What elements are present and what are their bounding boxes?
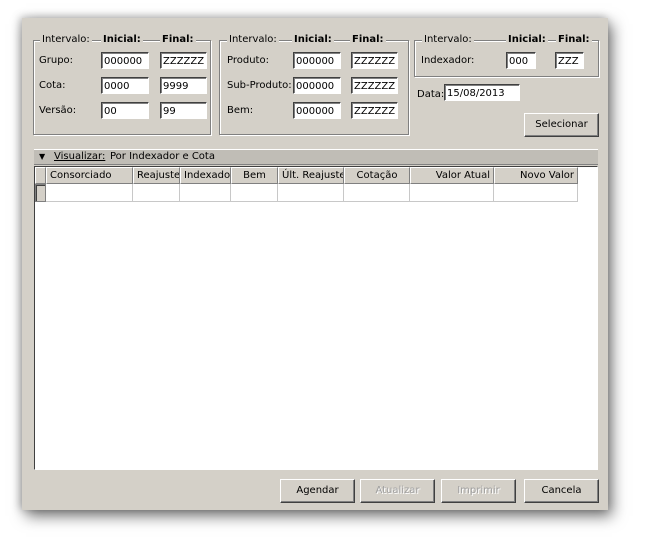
table-cell[interactable] <box>46 184 133 202</box>
group1-intervalo-label: Intervalo: <box>40 34 92 46</box>
table-cell[interactable] <box>494 184 578 202</box>
bem-inicial-field[interactable]: 000000 <box>293 102 341 119</box>
table-cell[interactable] <box>231 184 278 202</box>
data-field[interactable]: 15/08/2013 <box>444 84 520 101</box>
group2-final-label: Final: <box>350 34 386 46</box>
group3-inicial-label: Inicial: <box>506 34 548 46</box>
produto-label: Produto: <box>227 55 269 66</box>
cota-inicial-field[interactable]: 0000 <box>101 77 149 94</box>
table-cell[interactable] <box>180 184 231 202</box>
atualizar-button[interactable]: Atualizar <box>360 479 435 503</box>
sub-produto-inicial-field[interactable]: 000000 <box>293 77 341 94</box>
versao-inicial-field[interactable]: 00 <box>101 102 149 119</box>
grupo-label: Grupo: <box>39 55 74 66</box>
indexador-label: Indexador: <box>421 55 475 66</box>
table-cell[interactable] <box>410 184 494 202</box>
data-label: Data: <box>417 89 445 100</box>
row-indicator[interactable] <box>35 184 46 202</box>
group2-inicial-label: Inicial: <box>292 34 334 46</box>
versao-label: Versão: <box>39 105 77 116</box>
versao-final-field[interactable]: 99 <box>160 102 207 119</box>
grupo-inicial-field[interactable]: 000000 <box>101 52 149 69</box>
bem-label: Bem: <box>227 105 254 116</box>
indexador-inicial-field[interactable]: 000 <box>506 52 536 69</box>
bem-final-field[interactable]: ZZZZZZ <box>351 102 398 119</box>
sub-produto-label: Sub-Produto: <box>227 80 292 91</box>
group3-intervalo-label: Intervalo: <box>422 34 474 46</box>
col-novo-valor[interactable]: Novo Valor <box>494 167 578 184</box>
view-value: Por Indexador e Cota <box>110 151 215 162</box>
group3-final-label: Final: <box>556 34 592 46</box>
group1-inicial-label: Inicial: <box>101 34 143 46</box>
col-ult-reajuste[interactable]: Últ. Reajuste <box>278 167 344 184</box>
cota-label: Cota: <box>39 80 66 91</box>
produto-final-field[interactable]: ZZZZZZ <box>351 52 398 69</box>
view-selector-bar[interactable]: ▼ Visualizar: Por Indexador e Cota <box>34 149 598 165</box>
group2-intervalo-label: Intervalo: <box>227 34 279 46</box>
filter-group-indexador: Intervalo: Inicial: Final: Indexador: 00… <box>414 34 599 77</box>
imprimir-button[interactable]: Imprimir <box>441 479 516 503</box>
produto-inicial-field[interactable]: 000000 <box>293 52 341 69</box>
results-grid[interactable]: Consorciado Reajuste Indexador Bem Últ. … <box>34 166 598 470</box>
col-bem[interactable]: Bem <box>231 167 278 184</box>
sub-produto-final-field[interactable]: ZZZZZZ <box>351 77 398 94</box>
cancela-button[interactable]: Cancela <box>524 479 599 503</box>
col-cotacao[interactable]: Cotação <box>344 167 410 184</box>
row-indicator-header <box>35 167 46 184</box>
col-consorciado[interactable]: Consorciado <box>46 167 133 184</box>
col-indexador[interactable]: Indexador <box>180 167 231 184</box>
col-reajuste[interactable]: Reajuste <box>133 167 180 184</box>
view-label: Visualizar: <box>54 151 106 162</box>
cota-final-field[interactable]: 9999 <box>160 77 207 94</box>
table-cell[interactable] <box>133 184 180 202</box>
dialog-window: Intervalo: Inicial: Final: Grupo: 000000… <box>22 18 608 510</box>
group1-final-label: Final: <box>160 34 196 46</box>
chevron-down-icon[interactable]: ▼ <box>39 150 45 164</box>
filter-group-grupo: Intervalo: Inicial: Final: Grupo: 000000… <box>33 34 211 135</box>
col-valor-atual[interactable]: Valor Atual <box>410 167 494 184</box>
selecionar-button[interactable]: Selecionar <box>524 113 599 137</box>
filter-group-produto: Intervalo: Inicial: Final: Produto: 0000… <box>219 34 409 135</box>
agendar-button[interactable]: Agendar <box>280 479 355 503</box>
indexador-final-field[interactable]: ZZZ <box>555 52 584 69</box>
table-cell[interactable] <box>344 184 410 202</box>
table-cell[interactable] <box>278 184 344 202</box>
grupo-final-field[interactable]: ZZZZZZ <box>160 52 207 69</box>
